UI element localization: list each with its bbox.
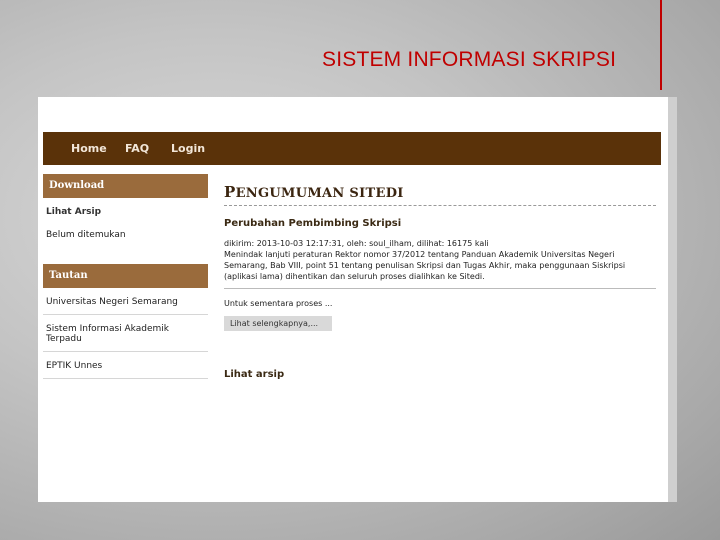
slide-title: SISTEM INFORMASI SKRIPSI [322, 48, 617, 71]
main-content: PENGUMUMAN SITEDI Perubahan Pembimbing S… [224, 183, 656, 380]
archive-link[interactable]: Lihat arsip [224, 369, 656, 380]
download-header: Download [43, 174, 208, 198]
slide-accent-line [660, 0, 662, 90]
nav-login[interactable]: Login [171, 142, 205, 155]
sidebar-empty-text: Belum ditemukan [46, 230, 126, 240]
post-title[interactable]: Perubahan Pembimbing Skripsi [224, 218, 656, 229]
sidebar-lihat-arsip[interactable]: Lihat Arsip [43, 198, 208, 224]
page-title: PENGUMUMAN SITEDI [224, 183, 656, 206]
nav-home[interactable]: Home [71, 142, 107, 155]
post-meta: dikirim: 2013-10-03 12:17:31, oleh: soul… [224, 239, 489, 248]
top-navbar: Home FAQ Login [43, 132, 661, 165]
post-continuation: Untuk sementara proses ... [224, 299, 333, 308]
website-screenshot: Home FAQ Login Download Lihat Arsip Belu… [38, 97, 668, 502]
sidebar: Download Lihat Arsip Belum ditemukan Tau… [43, 174, 208, 379]
sidebar-link-eptik[interactable]: EPTIK Unnes [43, 352, 208, 379]
tautan-header: Tautan [43, 264, 208, 288]
sidebar-link-sikadu[interactable]: Sistem Informasi Akademik Terpadu [43, 315, 208, 352]
screenshot-scrollbar [668, 97, 677, 502]
sidebar-link-unnes[interactable]: Universitas Negeri Semarang [43, 288, 208, 315]
read-more-button[interactable]: Lihat selengkapnya,... [224, 316, 332, 331]
post-divider [224, 288, 656, 289]
post-body: Menindak lanjuti peraturan Rektor nomor … [224, 250, 626, 281]
nav-faq[interactable]: FAQ [125, 142, 149, 155]
